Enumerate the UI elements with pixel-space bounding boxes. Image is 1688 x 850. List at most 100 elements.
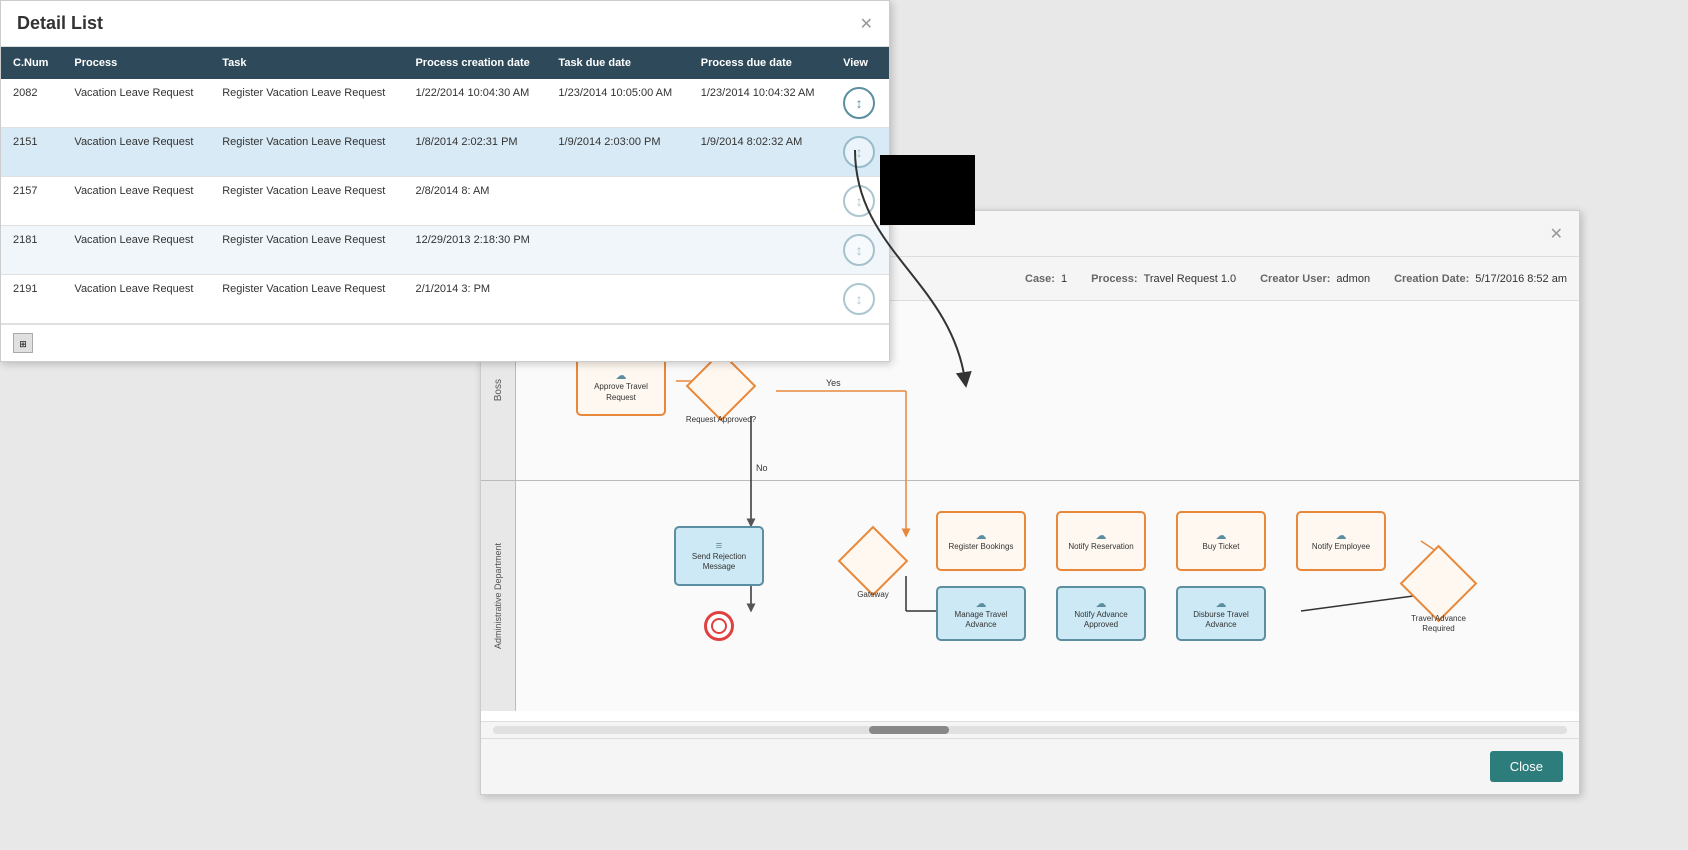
register-icon: ☁: [976, 529, 987, 542]
process-info: Process: Travel Request 1.0: [1091, 273, 1236, 285]
case-info: Case: 1: [1025, 273, 1067, 285]
reservation-label: Notify Reservation: [1068, 542, 1133, 552]
black-overlay: [880, 155, 975, 225]
manage-icon: ☁: [976, 597, 987, 610]
diagram-scroll[interactable]: Boss Administrative Department No: [481, 301, 1579, 721]
cell-process-due: [689, 226, 831, 275]
detail-modal-header: Detail List ✕: [1, 1, 889, 47]
detail-modal-close[interactable]: ✕: [860, 14, 873, 34]
approve-label: Approve Travel Request: [582, 382, 660, 403]
view-icon-button[interactable]: ↕: [843, 234, 875, 266]
cell-cnum: 2181: [1, 226, 62, 275]
cell-process: Vacation Leave Request: [62, 275, 210, 324]
boss-label: Boss: [493, 379, 504, 401]
excel-icon[interactable]: ⊞: [13, 333, 33, 353]
disburse-label: Disburse Travel Advance: [1182, 610, 1260, 631]
cell-creation: 12/29/2013 2:18:30 PM: [403, 226, 546, 275]
node-buy-ticket: ☁ Buy Ticket: [1176, 511, 1266, 571]
register-label: Register Bookings: [949, 542, 1014, 552]
cell-task-due: [546, 226, 688, 275]
node-send-rejection: ≡ Send Rejection Message: [674, 526, 764, 586]
col-task: Task: [210, 47, 403, 79]
reservation-icon: ☁: [1096, 529, 1107, 542]
diagram-area: Boss Administrative Department No: [481, 301, 1579, 721]
scrollbar-thumb: [869, 726, 949, 734]
node-disburse-travel: ☁ Disburse Travel Advance: [1176, 586, 1266, 641]
creator-label: Creator User:: [1260, 273, 1330, 285]
case-label: Case:: [1025, 273, 1055, 285]
scrollbar-track[interactable]: [493, 726, 1567, 734]
view-icon-button[interactable]: ↕: [843, 87, 875, 119]
disburse-icon: ☁: [1216, 597, 1227, 610]
node-travel-advance-required: Travel Advance Required: [1411, 556, 1466, 611]
cell-view[interactable]: ↕: [831, 275, 889, 324]
manage-label: Manage Travel Advance: [942, 610, 1020, 631]
view-icon-button[interactable]: ↕: [843, 185, 875, 217]
table-row: 2181Vacation Leave RequestRegister Vacat…: [1, 226, 889, 275]
graphic-modal-close[interactable]: ✕: [1550, 224, 1563, 244]
process-value: Travel Request 1.0: [1144, 273, 1237, 285]
node-gateway2: Gateway: [848, 536, 898, 586]
cell-task-due: [546, 177, 688, 226]
cell-view[interactable]: ↕: [831, 226, 889, 275]
close-footer-button[interactable]: Close: [1490, 751, 1563, 782]
process-label: Process:: [1091, 273, 1137, 285]
cell-process: Vacation Leave Request: [62, 128, 210, 177]
gateway1-label: Request Approved?: [671, 415, 771, 424]
cell-creation: 1/8/2014 2:02:31 PM: [403, 128, 546, 177]
detail-table: C.Num Process Task Process creation date…: [1, 47, 889, 324]
node-gateway1: Request Approved?: [696, 361, 746, 411]
detail-list-modal: Detail List ✕ C.Num Process Task Process…: [0, 0, 890, 362]
table-header-row: C.Num Process Task Process creation date…: [1, 47, 889, 79]
cell-process-due: 1/23/2014 10:04:32 AM: [689, 79, 831, 128]
col-process: Process: [62, 47, 210, 79]
admin-lane-label: Administrative Department: [481, 481, 516, 711]
table-row: 2191Vacation Leave RequestRegister Vacat…: [1, 275, 889, 324]
employee-label: Notify Employee: [1312, 542, 1370, 552]
cell-task-due: [546, 275, 688, 324]
node-end-event: [704, 611, 734, 641]
cell-view[interactable]: ↕: [831, 79, 889, 128]
col-task-due: Task due date: [546, 47, 688, 79]
col-creation-date: Process creation date: [403, 47, 546, 79]
node-approve-travel: ☁ Approve Travel Request: [576, 356, 666, 416]
admin-label: Administrative Department: [493, 543, 503, 649]
travel-advance-label: Travel Advance Required: [1396, 614, 1481, 633]
cell-cnum: 2082: [1, 79, 62, 128]
view-icon-button[interactable]: ↕: [843, 283, 875, 315]
end-inner: [711, 618, 727, 634]
creation-label: Creation Date:: [1394, 273, 1469, 285]
table-row: 2151Vacation Leave RequestRegister Vacat…: [1, 128, 889, 177]
cell-task-due: 1/23/2014 10:05:00 AM: [546, 79, 688, 128]
gateway2-label: Gateway: [848, 590, 898, 599]
detail-modal-title: Detail List: [17, 13, 103, 34]
cell-cnum: 2157: [1, 177, 62, 226]
cell-process: Vacation Leave Request: [62, 79, 210, 128]
col-view: View: [831, 47, 889, 79]
node-notify-advance: ☁ Notify Advance Approved: [1056, 586, 1146, 641]
travel-advance-diamond: [1400, 545, 1478, 623]
cell-task: Register Vacation Leave Request: [210, 226, 403, 275]
cell-task: Register Vacation Leave Request: [210, 275, 403, 324]
graphic-info: Case: 1 Process: Travel Request 1.0 Crea…: [1025, 273, 1567, 285]
cell-process: Vacation Leave Request: [62, 177, 210, 226]
advance-label: Notify Advance Approved: [1062, 610, 1140, 631]
creation-info: Creation Date: 5/17/2016 8:52 am: [1394, 273, 1567, 285]
cell-task: Register Vacation Leave Request: [210, 177, 403, 226]
cell-cnum: 2191: [1, 275, 62, 324]
employee-icon: ☁: [1336, 529, 1347, 542]
cell-creation: 2/8/2014 8: AM: [403, 177, 546, 226]
cell-process-due: [689, 177, 831, 226]
view-icon-button[interactable]: ↕: [843, 136, 875, 168]
cell-cnum: 2151: [1, 128, 62, 177]
scrollbar-area[interactable]: [481, 721, 1579, 738]
creator-info: Creator User: admon: [1260, 273, 1370, 285]
col-cnum: C.Num: [1, 47, 62, 79]
node-manage-travel: ☁ Manage Travel Advance: [936, 586, 1026, 641]
node-notify-reservation: ☁ Notify Reservation: [1056, 511, 1146, 571]
cell-process: Vacation Leave Request: [62, 226, 210, 275]
rejection-label: Send Rejection Message: [680, 552, 758, 573]
case-value: 1: [1061, 273, 1067, 285]
creator-value: admon: [1336, 273, 1370, 285]
cell-process-due: [689, 275, 831, 324]
